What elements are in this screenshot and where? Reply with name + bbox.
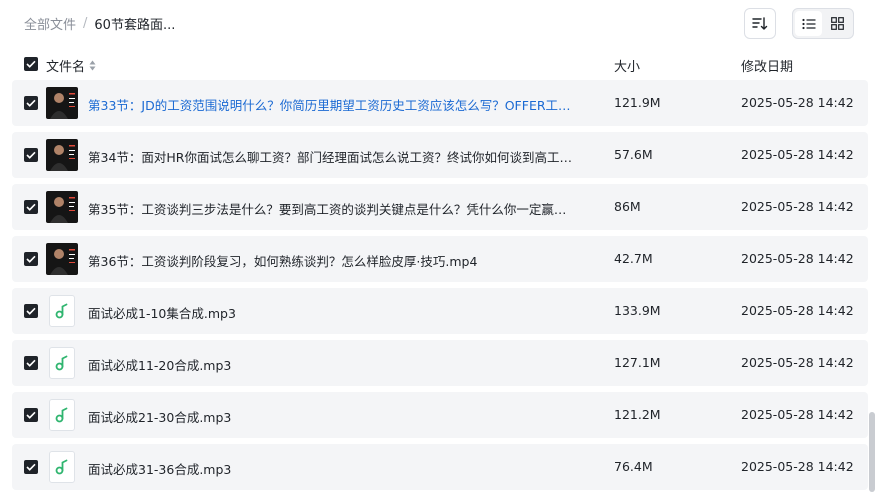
file-date: 2025-05-28 14:42 bbox=[741, 251, 854, 266]
table-header: 文件名 大小 修改日期 bbox=[0, 48, 878, 80]
file-name[interactable]: 第35节：工资谈判三步法是什么？要到高工资的谈判关键点是什么？凭什么你一定赢？.… bbox=[88, 199, 578, 218]
row-checkbox[interactable] bbox=[24, 252, 38, 266]
file-name[interactable]: 第36节：工资谈判阶段复习，如何熟练谈判？怎么样脸皮厚·技巧.mp4 bbox=[88, 251, 578, 270]
column-header-size[interactable]: 大小 bbox=[614, 56, 640, 75]
breadcrumb-root[interactable]: 全部文件 bbox=[24, 14, 76, 33]
file-name[interactable]: 第34节：面对HR你面试怎么聊工资？部门经理面试怎么说工资？终试你如何谈到高工资… bbox=[88, 147, 578, 166]
audio-file-icon bbox=[49, 451, 75, 483]
toolbar: 全部文件 / 60节套路面... bbox=[0, 0, 878, 48]
table-row[interactable]: 第33节：JD的工资范围说明什么？你简历里期望工资历史工资应该怎么写？OFFER… bbox=[12, 80, 868, 126]
table-row[interactable]: 第35节：工资谈判三步法是什么？要到高工资的谈判关键点是什么？凭什么你一定赢？.… bbox=[12, 184, 868, 230]
grid-view-icon bbox=[831, 17, 844, 30]
audio-file-icon bbox=[49, 347, 75, 379]
file-name[interactable]: 面试必成11-20合成.mp3 bbox=[88, 355, 578, 374]
music-note-icon bbox=[55, 355, 68, 371]
file-size: 57.6M bbox=[614, 147, 653, 162]
select-all-checkbox[interactable] bbox=[24, 57, 38, 71]
file-name[interactable]: 面试必成1-10集合成.mp3 bbox=[88, 303, 578, 322]
table-row[interactable]: 第34节：面对HR你面试怎么聊工资？部门经理面试怎么说工资？终试你如何谈到高工资… bbox=[12, 132, 868, 178]
music-note-icon bbox=[55, 303, 68, 319]
music-note-icon bbox=[55, 459, 68, 475]
check-icon bbox=[26, 411, 36, 419]
check-icon bbox=[26, 463, 36, 471]
audio-file-icon bbox=[49, 399, 75, 431]
column-header-date[interactable]: 修改日期 bbox=[741, 56, 793, 75]
breadcrumb: 全部文件 / 60节套路面... bbox=[24, 14, 175, 33]
file-size: 121.9M bbox=[614, 95, 661, 110]
file-list: 第33节：JD的工资范围说明什么？你简历里期望工资历史工资应该怎么写？OFFER… bbox=[12, 80, 868, 495]
sort-icon bbox=[752, 16, 768, 30]
check-icon bbox=[26, 60, 36, 68]
sort-button[interactable] bbox=[744, 8, 776, 39]
file-size: 127.1M bbox=[614, 355, 661, 370]
file-size: 133.9M bbox=[614, 303, 661, 318]
table-row[interactable]: 面试必成31-36合成.mp3 76.4M 2025-05-28 14:42 bbox=[12, 444, 868, 490]
sort-arrows-icon bbox=[89, 60, 96, 71]
file-size: 121.2M bbox=[614, 407, 661, 422]
table-row[interactable]: 面试必成11-20合成.mp3 127.1M 2025-05-28 14:42 bbox=[12, 340, 868, 386]
file-date: 2025-05-28 14:42 bbox=[741, 459, 854, 474]
list-view-button[interactable] bbox=[795, 11, 822, 36]
row-checkbox[interactable] bbox=[24, 148, 38, 162]
file-size: 86M bbox=[614, 199, 641, 214]
row-checkbox[interactable] bbox=[24, 96, 38, 110]
music-note-icon bbox=[55, 407, 68, 423]
column-name-label: 文件名 bbox=[46, 60, 86, 75]
table-row[interactable]: 面试必成21-30合成.mp3 121.2M 2025-05-28 14:42 bbox=[12, 392, 868, 438]
file-date: 2025-05-28 14:42 bbox=[741, 95, 854, 110]
check-icon bbox=[26, 307, 36, 315]
row-checkbox[interactable] bbox=[24, 408, 38, 422]
audio-file-icon bbox=[49, 295, 75, 327]
table-row[interactable]: 第36节：工资谈判阶段复习，如何熟练谈判？怎么样脸皮厚·技巧.mp4 42.7M… bbox=[12, 236, 868, 282]
file-date: 2025-05-28 14:42 bbox=[741, 407, 854, 422]
breadcrumb-separator: / bbox=[83, 16, 88, 31]
check-icon bbox=[26, 359, 36, 367]
breadcrumb-current: 60节套路面... bbox=[94, 18, 176, 33]
video-thumbnail bbox=[46, 87, 78, 119]
file-date: 2025-05-28 14:42 bbox=[741, 147, 854, 162]
video-thumbnail bbox=[46, 191, 78, 223]
check-icon bbox=[26, 99, 36, 107]
check-icon bbox=[26, 255, 36, 263]
vertical-scrollbar[interactable] bbox=[869, 412, 875, 492]
file-size: 76.4M bbox=[614, 459, 653, 474]
file-date: 2025-05-28 14:42 bbox=[741, 355, 854, 370]
row-checkbox[interactable] bbox=[24, 200, 38, 214]
table-row[interactable]: 面试必成1-10集合成.mp3 133.9M 2025-05-28 14:42 bbox=[12, 288, 868, 334]
grid-view-button[interactable] bbox=[824, 11, 851, 36]
file-date: 2025-05-28 14:42 bbox=[741, 303, 854, 318]
list-view-icon bbox=[801, 18, 815, 29]
view-toggle bbox=[792, 8, 854, 39]
check-icon bbox=[26, 203, 36, 211]
video-thumbnail bbox=[46, 139, 78, 171]
video-thumbnail bbox=[46, 243, 78, 275]
file-name[interactable]: 面试必成31-36合成.mp3 bbox=[88, 459, 578, 478]
row-checkbox[interactable] bbox=[24, 460, 38, 474]
row-checkbox[interactable] bbox=[24, 356, 38, 370]
file-date: 2025-05-28 14:42 bbox=[741, 199, 854, 214]
file-size: 42.7M bbox=[614, 251, 653, 266]
file-name[interactable]: 面试必成21-30合成.mp3 bbox=[88, 407, 578, 426]
row-checkbox[interactable] bbox=[24, 304, 38, 318]
check-icon bbox=[26, 151, 36, 159]
column-header-name[interactable]: 文件名 bbox=[46, 56, 96, 75]
file-name[interactable]: 第33节：JD的工资范围说明什么？你简历里期望工资历史工资应该怎么写？OFFER… bbox=[88, 95, 578, 114]
